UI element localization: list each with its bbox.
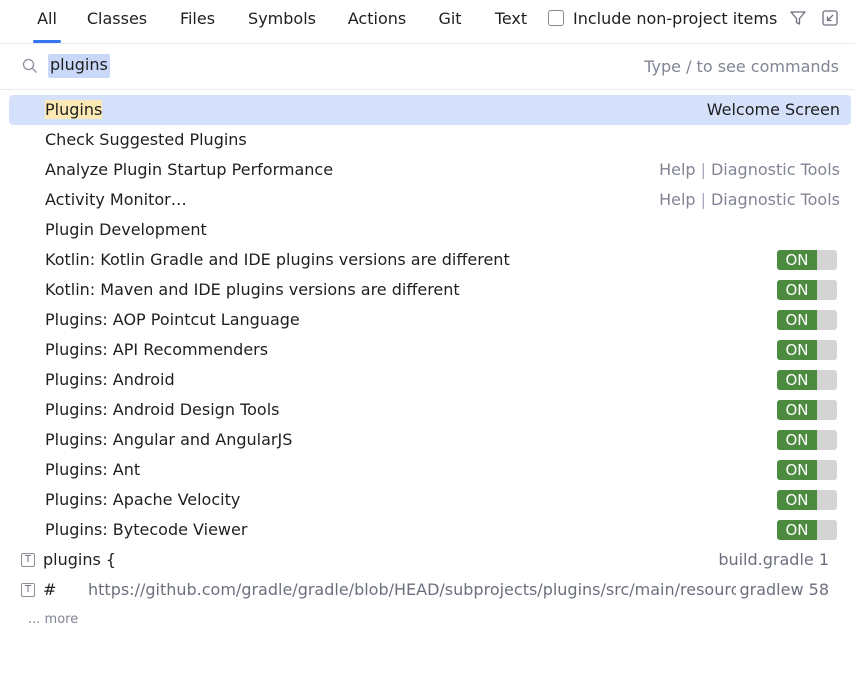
result-name: Plugin Development: [45, 220, 207, 239]
result-name: Check Suggested Plugins: [45, 130, 247, 149]
include-non-project-checkbox[interactable]: [548, 10, 564, 26]
option-row[interactable]: Plugins: API Recommenders ON: [0, 335, 855, 365]
text-result-url: https://github.com/gradle/gradle/blob/HE…: [88, 580, 736, 599]
option-name: Plugins: Android: [45, 370, 175, 389]
toggle-on-label: ON: [777, 250, 817, 270]
toggle-on-label: ON: [777, 340, 817, 360]
text-result-snippet: #: [43, 580, 57, 599]
toggle-on-label: ON: [777, 490, 817, 510]
on-toggle[interactable]: ON: [777, 340, 837, 360]
result-row[interactable]: Plugins Welcome Screen: [9, 95, 851, 125]
tab-classes[interactable]: Classes: [82, 0, 152, 43]
on-toggle[interactable]: ON: [777, 400, 837, 420]
option-name: Kotlin: Kotlin Gradle and IDE plugins ve…: [45, 250, 510, 269]
text-result-row[interactable]: T plugins { build.gradle 1: [0, 545, 855, 575]
result-name: Plugins: [45, 95, 103, 125]
location-group: Diagnostic Tools: [710, 190, 840, 209]
option-row[interactable]: Plugins: Angular and AngularJS ON: [0, 425, 855, 455]
option-row[interactable]: Plugins: Ant ON: [0, 455, 855, 485]
toggle-on-label: ON: [777, 430, 817, 450]
toggle-on-label: ON: [777, 460, 817, 480]
search-input[interactable]: plugins: [48, 54, 110, 78]
on-toggle[interactable]: ON: [777, 460, 837, 480]
toggle-on-label: ON: [777, 400, 817, 420]
result-name: Analyze Plugin Startup Performance: [45, 160, 334, 179]
text-result-location: gradlew 58: [739, 580, 829, 599]
result-row[interactable]: Activity Monitor… Help | Diagnostic Tools: [0, 185, 855, 215]
location-help: Help: [659, 190, 696, 209]
on-toggle[interactable]: ON: [777, 430, 837, 450]
result-location: Help | Diagnostic Tools: [659, 160, 840, 179]
toggle-on-label: ON: [777, 280, 817, 300]
tab-text[interactable]: Text: [489, 0, 533, 43]
include-non-project-label[interactable]: Include non-project items: [573, 0, 777, 37]
option-name: Plugins: API Recommenders: [45, 340, 269, 359]
location-group: Diagnostic Tools: [710, 160, 840, 179]
text-file-icon: T: [21, 583, 35, 597]
result-name: Activity Monitor…: [45, 190, 187, 209]
tab-bar: All Classes Files Symbols Actions Git Te…: [0, 0, 855, 44]
on-toggle[interactable]: ON: [777, 520, 837, 540]
match-highlight: Plugins: [45, 100, 103, 119]
option-row[interactable]: Plugins: AOP Pointcut Language ON: [0, 305, 855, 335]
result-row[interactable]: Check Suggested Plugins: [0, 125, 855, 155]
result-location: Help | Diagnostic Tools: [659, 190, 840, 209]
toggle-on-label: ON: [777, 520, 817, 540]
on-toggle[interactable]: ON: [777, 250, 837, 270]
tab-git[interactable]: Git: [434, 0, 466, 43]
filter-icon[interactable]: [789, 9, 807, 27]
option-row[interactable]: Plugins: Bytecode Viewer ON: [0, 515, 855, 545]
on-toggle[interactable]: ON: [777, 310, 837, 330]
more-link[interactable]: ... more: [28, 612, 78, 627]
text-result-location: build.gradle 1: [718, 550, 829, 569]
option-name: Plugins: Angular and AngularJS: [45, 430, 293, 449]
search-icon: [22, 58, 37, 73]
option-name: Plugins: Android Design Tools: [45, 400, 280, 419]
option-name: Plugins: Bytecode Viewer: [45, 520, 248, 539]
toggle-on-label: ON: [777, 370, 817, 390]
option-row[interactable]: Plugins: Android ON: [0, 365, 855, 395]
on-toggle[interactable]: ON: [777, 370, 837, 390]
text-result-snippet: plugins {: [43, 550, 117, 569]
result-location: Welcome Screen: [706, 100, 840, 119]
location-help: Help: [659, 160, 696, 179]
option-name: Kotlin: Maven and IDE plugins versions a…: [45, 280, 460, 299]
result-row[interactable]: Analyze Plugin Startup Performance Help |…: [0, 155, 855, 185]
option-row[interactable]: Plugins: Android Design Tools ON: [0, 395, 855, 425]
option-row[interactable]: Kotlin: Maven and IDE plugins versions a…: [0, 275, 855, 305]
search-row: plugins Type / to see commands: [0, 44, 855, 90]
option-name: Plugins: Apache Velocity: [45, 490, 241, 509]
text-result-row[interactable]: T # https://github.com/gradle/gradle/blo…: [0, 575, 855, 605]
option-row[interactable]: Kotlin: Kotlin Gradle and IDE plugins ve…: [0, 245, 855, 275]
option-row[interactable]: Plugins: Apache Velocity ON: [0, 485, 855, 515]
on-toggle[interactable]: ON: [777, 280, 837, 300]
results-list: Plugins Welcome Screen Check Suggested P…: [0, 95, 855, 605]
text-file-icon: T: [21, 553, 35, 567]
collapse-to-panel-icon[interactable]: [821, 9, 839, 27]
result-row[interactable]: Plugin Development: [0, 215, 855, 245]
option-name: Plugins: Ant: [45, 460, 141, 479]
tab-files[interactable]: Files: [175, 0, 220, 43]
tab-actions[interactable]: Actions: [343, 0, 411, 43]
search-hint: Type / to see commands: [644, 57, 839, 76]
tab-all[interactable]: All: [30, 0, 64, 43]
toggle-on-label: ON: [777, 310, 817, 330]
option-name: Plugins: AOP Pointcut Language: [45, 310, 300, 329]
on-toggle[interactable]: ON: [777, 490, 837, 510]
tab-symbols[interactable]: Symbols: [244, 0, 320, 43]
